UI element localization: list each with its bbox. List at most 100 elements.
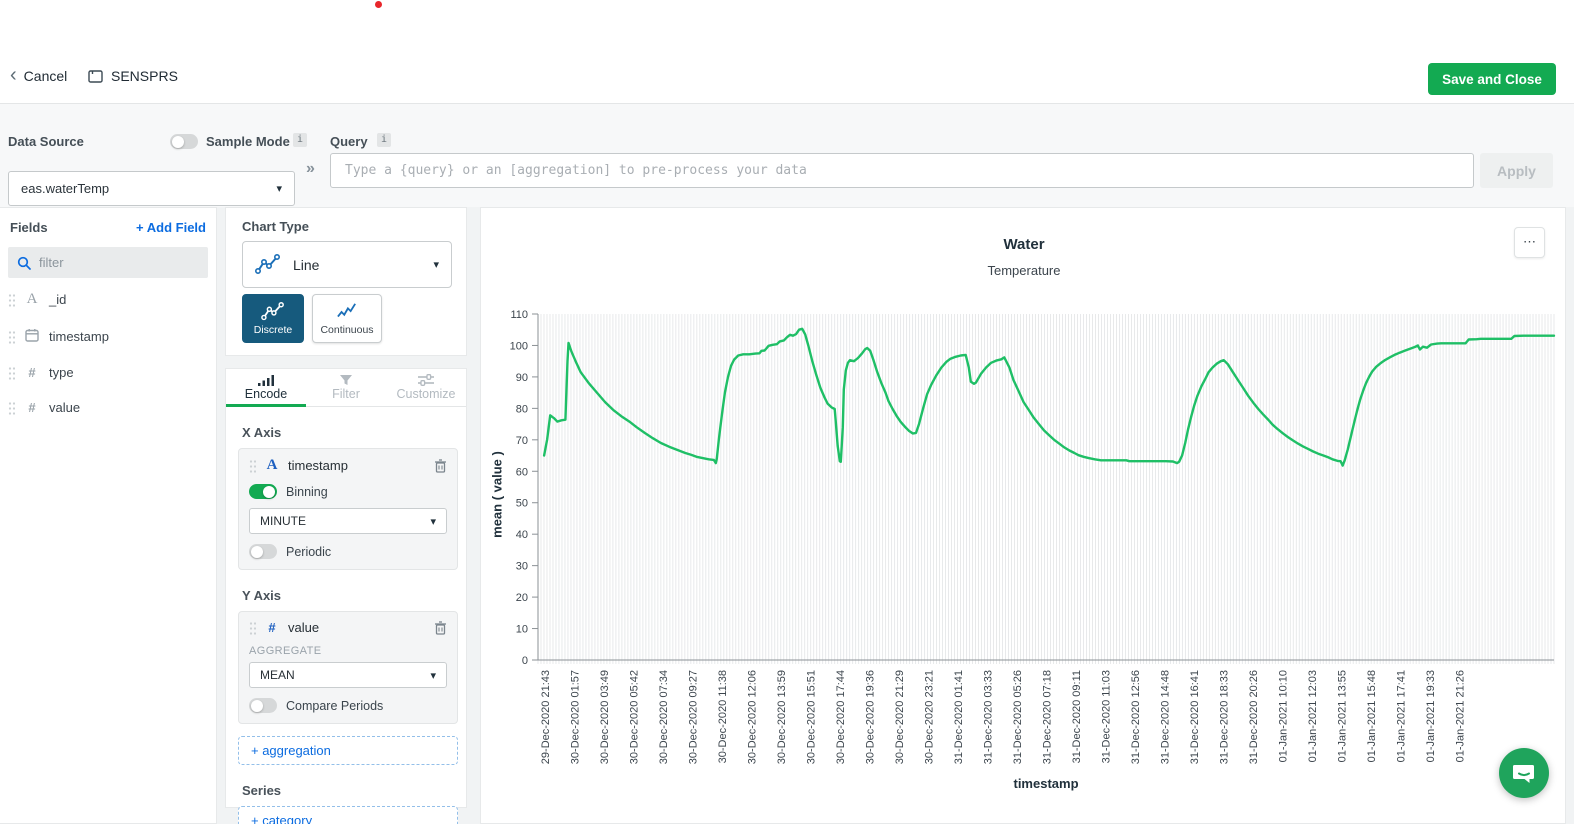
x-axis-field-name: timestamp [288, 458, 348, 473]
line-chart-plot: 010203040506070809010011029-Dec-2020 21:… [481, 208, 1567, 824]
query-label: Query [330, 134, 368, 149]
calendar-icon [24, 328, 40, 345]
svg-text:30-Dec-2020 17:44: 30-Dec-2020 17:44 [835, 670, 847, 764]
cancel-button[interactable]: ‹ Cancel [10, 68, 67, 84]
tab-encode[interactable]: Encode [226, 369, 306, 406]
svg-text:30: 30 [516, 561, 528, 573]
query-input[interactable] [330, 153, 1474, 188]
number-type-icon: # [24, 400, 40, 415]
svg-text:30-Dec-2020 09:27: 30-Dec-2020 09:27 [688, 670, 700, 764]
subtype-continuous-button[interactable]: Continuous [312, 294, 382, 343]
drag-handle-icon[interactable] [249, 459, 256, 473]
svg-text:01-Jan-2021 19:33: 01-Jan-2021 19:33 [1425, 670, 1437, 762]
x-axis-field-card: A timestamp Binning MINUTE ▾ Periodic [238, 448, 458, 570]
svg-text:01-Jan-2021 10:10: 01-Jan-2021 10:10 [1278, 670, 1290, 762]
tab-encode-label: Encode [245, 387, 287, 401]
save-and-close-button[interactable]: Save and Close [1428, 63, 1556, 95]
periodic-label: Periodic [286, 545, 331, 559]
compare-periods-toggle[interactable] [249, 698, 277, 713]
svg-text:31-Dec-2020 14:48: 31-Dec-2020 14:48 [1160, 670, 1172, 764]
caret-down-icon: ▾ [433, 258, 439, 271]
add-field-button[interactable]: + Add Field [136, 220, 206, 235]
bin-unit-select[interactable]: MINUTE ▾ [249, 508, 447, 534]
field-name: timestamp [49, 329, 109, 344]
string-type-icon: A [24, 291, 40, 308]
chevron-left-icon: ‹ [10, 68, 17, 82]
ellipsis-icon: ⋯ [1523, 234, 1536, 249]
periodic-toggle[interactable] [249, 544, 277, 559]
svg-text:01-Jan-2021 17:41: 01-Jan-2021 17:41 [1396, 670, 1408, 762]
field-filter-box[interactable] [8, 247, 208, 278]
sample-mode-toggle[interactable] [170, 134, 198, 149]
svg-text:30-Dec-2020 03:49: 30-Dec-2020 03:49 [599, 670, 611, 764]
field-item[interactable]: A _id [0, 284, 216, 315]
data-source-select[interactable]: eas.waterTemp ▾ [8, 171, 295, 206]
svg-text:31-Dec-2020 03:33: 31-Dec-2020 03:33 [983, 670, 995, 764]
discrete-line-icon [261, 302, 285, 322]
field-item[interactable]: timestamp [0, 321, 216, 352]
y-axis-label: Y Axis [242, 588, 466, 603]
chart-type-card: Chart Type Line ▾ Discrete Continuous [225, 207, 467, 356]
delete-field-button[interactable] [434, 621, 447, 635]
svg-text:80: 80 [516, 403, 528, 415]
query-info-icon[interactable]: i [377, 133, 391, 147]
svg-text:40: 40 [516, 529, 528, 541]
subtype-discrete-label: Discrete [254, 324, 293, 336]
subtype-discrete-button[interactable]: Discrete [242, 294, 304, 343]
svg-text:30-Dec-2020 19:36: 30-Dec-2020 19:36 [865, 670, 877, 764]
svg-text:01-Jan-2021 13:55: 01-Jan-2021 13:55 [1337, 670, 1349, 762]
chat-launcher-button[interactable] [1499, 748, 1549, 798]
drag-handle-icon[interactable] [249, 621, 256, 635]
field-item[interactable]: # value [0, 393, 216, 422]
aggregate-select[interactable]: MEAN ▾ [249, 662, 447, 688]
svg-text:60: 60 [516, 466, 528, 478]
drag-handle-icon [8, 293, 15, 307]
svg-text:31-Dec-2020 12:56: 31-Dec-2020 12:56 [1130, 670, 1142, 764]
fields-panel: Fields + Add Field A_idtimestamp#type#va… [0, 207, 217, 824]
x-axis-title: timestamp [538, 776, 1554, 791]
dashboard-breadcrumb[interactable]: SENSPRS [88, 68, 178, 84]
continuous-line-icon [335, 302, 359, 322]
field-item[interactable]: #type [0, 358, 216, 387]
encode-card: Encode Filter Customize X Axis A timesta… [225, 368, 467, 808]
svg-text:100: 100 [510, 340, 528, 352]
recording-dot-icon [375, 1, 382, 8]
chart-title: Water [481, 236, 1567, 253]
add-aggregation-button[interactable]: + aggregation [238, 736, 458, 765]
compare-periods-label: Compare Periods [286, 699, 383, 713]
chart-type-select[interactable]: Line ▾ [242, 241, 452, 288]
drag-handle-icon [8, 330, 15, 344]
chat-bubble-icon [1511, 760, 1537, 786]
binning-toggle[interactable] [249, 484, 277, 499]
apply-button[interactable]: Apply [1480, 153, 1553, 188]
tab-customize[interactable]: Customize [386, 369, 466, 406]
fields-list: A _id timestamp #type # value [0, 284, 216, 422]
chart-type-label: Chart Type [226, 208, 466, 234]
svg-text:31-Dec-2020 20:26: 31-Dec-2020 20:26 [1248, 670, 1260, 764]
svg-text:110: 110 [510, 309, 528, 321]
line-chart-icon [255, 254, 281, 276]
svg-text:31-Dec-2020 16:41: 31-Dec-2020 16:41 [1189, 670, 1201, 764]
search-icon [17, 256, 31, 270]
trash-icon [434, 459, 447, 473]
svg-text:90: 90 [516, 372, 528, 384]
add-category-button[interactable]: + category [238, 806, 458, 824]
delete-field-button[interactable] [434, 459, 447, 473]
trash-icon [434, 621, 447, 635]
field-name: value [49, 400, 80, 415]
chart-options-button[interactable]: ⋯ [1514, 227, 1545, 258]
sample-mode-info-icon[interactable]: i [293, 133, 307, 147]
svg-text:30-Dec-2020 15:51: 30-Dec-2020 15:51 [806, 670, 818, 764]
svg-text:31-Dec-2020 09:11: 31-Dec-2020 09:11 [1071, 670, 1083, 763]
top-bar: ‹ Cancel SENSPRS Save and Close [0, 0, 1574, 103]
tab-filter[interactable]: Filter [306, 369, 386, 406]
svg-text:30-Dec-2020 21:29: 30-Dec-2020 21:29 [894, 670, 906, 764]
svg-text:10: 10 [516, 624, 528, 636]
string-type-icon: A [264, 457, 280, 474]
cancel-label: Cancel [24, 68, 68, 84]
field-name: _id [49, 292, 66, 307]
field-filter-input[interactable] [39, 255, 179, 270]
svg-text:30-Dec-2020 13:59: 30-Dec-2020 13:59 [776, 670, 788, 764]
subtype-continuous-label: Continuous [320, 324, 373, 336]
tab-customize-label: Customize [396, 387, 455, 401]
